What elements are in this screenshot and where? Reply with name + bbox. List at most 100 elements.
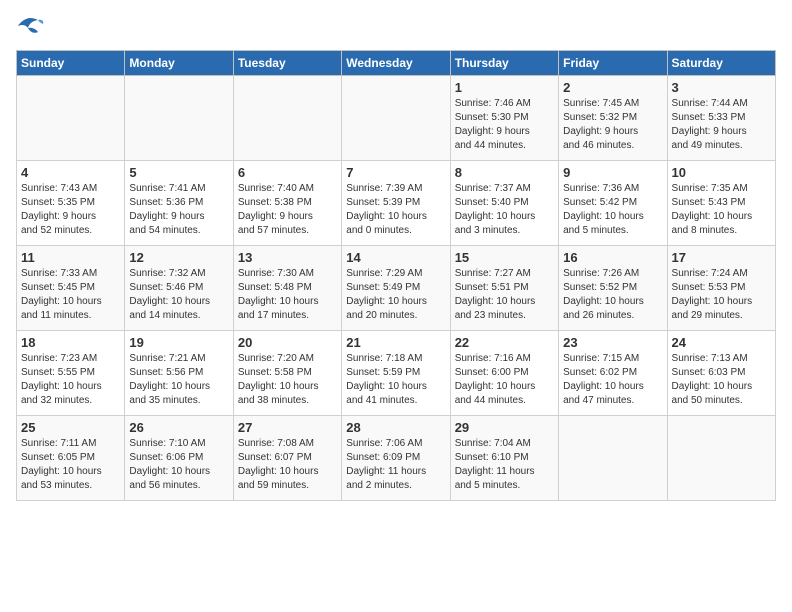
day-info: Sunrise: 7:26 AM Sunset: 5:52 PM Dayligh… bbox=[563, 267, 662, 323]
column-header-wednesday: Wednesday bbox=[342, 51, 450, 76]
day-number: 16 bbox=[563, 250, 662, 265]
week-row-1: 1 Sunrise: 7:46 AM Sunset: 5:30 PM Daylig… bbox=[17, 76, 776, 161]
calendar-cell: 24 Sunrise: 7:13 AM Sunset: 6:03 PM Dayli… bbox=[667, 331, 775, 416]
logo bbox=[16, 16, 48, 38]
day-info: Sunrise: 7:15 AM Sunset: 6:02 PM Dayligh… bbox=[563, 352, 662, 408]
calendar-cell: 7 Sunrise: 7:39 AM Sunset: 5:39 PM Daylig… bbox=[342, 161, 450, 246]
calendar-cell: 29Sunrise: 7:04 AM Sunset: 6:10 PM Dayli… bbox=[450, 416, 558, 501]
day-number: 15 bbox=[455, 250, 554, 265]
day-number: 6 bbox=[238, 165, 337, 180]
calendar-cell bbox=[125, 76, 233, 161]
day-number: 21 bbox=[346, 335, 445, 350]
day-number: 22 bbox=[455, 335, 554, 350]
calendar-cell: 21 Sunrise: 7:18 AM Sunset: 5:59 PM Dayli… bbox=[342, 331, 450, 416]
day-number: 27 bbox=[238, 420, 337, 435]
calendar-cell: 15 Sunrise: 7:27 AM Sunset: 5:51 PM Dayli… bbox=[450, 246, 558, 331]
day-number: 4 bbox=[21, 165, 120, 180]
calendar-cell: 9 Sunrise: 7:36 AM Sunset: 5:42 PM Daylig… bbox=[559, 161, 667, 246]
day-info: Sunrise: 7:18 AM Sunset: 5:59 PM Dayligh… bbox=[346, 352, 445, 408]
calendar-cell: 28 Sunrise: 7:06 AM Sunset: 6:09 PM Dayli… bbox=[342, 416, 450, 501]
day-info: Sunrise: 7:43 AM Sunset: 5:35 PM Dayligh… bbox=[21, 182, 120, 238]
calendar-cell: 19 Sunrise: 7:21 AM Sunset: 5:56 PM Dayli… bbox=[125, 331, 233, 416]
day-number: 20 bbox=[238, 335, 337, 350]
day-info: Sunrise: 7:44 AM Sunset: 5:33 PM Dayligh… bbox=[672, 97, 771, 153]
calendar-cell bbox=[17, 76, 125, 161]
calendar-cell: 27 Sunrise: 7:08 AM Sunset: 6:07 PM Dayli… bbox=[233, 416, 341, 501]
day-info: Sunrise: 7:06 AM Sunset: 6:09 PM Dayligh… bbox=[346, 437, 445, 493]
column-header-saturday: Saturday bbox=[667, 51, 775, 76]
day-number: 7 bbox=[346, 165, 445, 180]
day-info: Sunrise: 7:40 AM Sunset: 5:38 PM Dayligh… bbox=[238, 182, 337, 238]
calendar-cell bbox=[559, 416, 667, 501]
calendar-cell: 22Sunrise: 7:16 AM Sunset: 6:00 PM Dayli… bbox=[450, 331, 558, 416]
day-number: 28 bbox=[346, 420, 445, 435]
day-info: Sunrise: 7:33 AM Sunset: 5:45 PM Dayligh… bbox=[21, 267, 120, 323]
day-number: 5 bbox=[129, 165, 228, 180]
day-info: Sunrise: 7:37 AM Sunset: 5:40 PM Dayligh… bbox=[455, 182, 554, 238]
calendar-cell: 12Sunrise: 7:32 AM Sunset: 5:46 PM Dayli… bbox=[125, 246, 233, 331]
day-info: Sunrise: 7:21 AM Sunset: 5:56 PM Dayligh… bbox=[129, 352, 228, 408]
calendar-cell: 26 Sunrise: 7:10 AM Sunset: 6:06 PM Dayli… bbox=[125, 416, 233, 501]
day-number: 14 bbox=[346, 250, 445, 265]
day-number: 19 bbox=[129, 335, 228, 350]
day-number: 3 bbox=[672, 80, 771, 95]
day-info: Sunrise: 7:46 AM Sunset: 5:30 PM Dayligh… bbox=[455, 97, 554, 153]
calendar-cell: 16 Sunrise: 7:26 AM Sunset: 5:52 PM Dayli… bbox=[559, 246, 667, 331]
calendar-cell bbox=[233, 76, 341, 161]
day-number: 2 bbox=[563, 80, 662, 95]
day-info: Sunrise: 7:29 AM Sunset: 5:49 PM Dayligh… bbox=[346, 267, 445, 323]
day-info: Sunrise: 7:10 AM Sunset: 6:06 PM Dayligh… bbox=[129, 437, 228, 493]
day-number: 1 bbox=[455, 80, 554, 95]
day-info: Sunrise: 7:32 AM Sunset: 5:46 PM Dayligh… bbox=[129, 267, 228, 323]
day-number: 8 bbox=[455, 165, 554, 180]
calendar-cell: 3 Sunrise: 7:44 AM Sunset: 5:33 PM Daylig… bbox=[667, 76, 775, 161]
day-info: Sunrise: 7:45 AM Sunset: 5:32 PM Dayligh… bbox=[563, 97, 662, 153]
week-row-3: 11 Sunrise: 7:33 AM Sunset: 5:45 PM Dayli… bbox=[17, 246, 776, 331]
day-info: Sunrise: 7:36 AM Sunset: 5:42 PM Dayligh… bbox=[563, 182, 662, 238]
calendar-cell: 17 Sunrise: 7:24 AM Sunset: 5:53 PM Dayli… bbox=[667, 246, 775, 331]
column-header-sunday: Sunday bbox=[17, 51, 125, 76]
day-info: Sunrise: 7:39 AM Sunset: 5:39 PM Dayligh… bbox=[346, 182, 445, 238]
day-info: Sunrise: 7:20 AM Sunset: 5:58 PM Dayligh… bbox=[238, 352, 337, 408]
calendar-cell bbox=[342, 76, 450, 161]
calendar-cell: 20 Sunrise: 7:20 AM Sunset: 5:58 PM Dayli… bbox=[233, 331, 341, 416]
day-info: Sunrise: 7:13 AM Sunset: 6:03 PM Dayligh… bbox=[672, 352, 771, 408]
calendar-cell: 2 Sunrise: 7:45 AM Sunset: 5:32 PM Daylig… bbox=[559, 76, 667, 161]
calendar-cell: 6 Sunrise: 7:40 AM Sunset: 5:38 PM Daylig… bbox=[233, 161, 341, 246]
day-number: 17 bbox=[672, 250, 771, 265]
calendar-cell: 8 Sunrise: 7:37 AM Sunset: 5:40 PM Daylig… bbox=[450, 161, 558, 246]
page-header bbox=[16, 16, 776, 38]
calendar-table: SundayMondayTuesdayWednesdayThursdayFrid… bbox=[16, 50, 776, 501]
day-number: 18 bbox=[21, 335, 120, 350]
column-header-thursday: Thursday bbox=[450, 51, 558, 76]
day-number: 26 bbox=[129, 420, 228, 435]
day-info: Sunrise: 7:30 AM Sunset: 5:48 PM Dayligh… bbox=[238, 267, 337, 323]
calendar-cell: 1 Sunrise: 7:46 AM Sunset: 5:30 PM Daylig… bbox=[450, 76, 558, 161]
header-row: SundayMondayTuesdayWednesdayThursdayFrid… bbox=[17, 51, 776, 76]
day-info: Sunrise: 7:08 AM Sunset: 6:07 PM Dayligh… bbox=[238, 437, 337, 493]
day-info: Sunrise: 7:23 AM Sunset: 5:55 PM Dayligh… bbox=[21, 352, 120, 408]
calendar-cell: 11 Sunrise: 7:33 AM Sunset: 5:45 PM Dayli… bbox=[17, 246, 125, 331]
column-header-monday: Monday bbox=[125, 51, 233, 76]
calendar-cell: 23 Sunrise: 7:15 AM Sunset: 6:02 PM Dayli… bbox=[559, 331, 667, 416]
logo-icon bbox=[16, 16, 44, 38]
day-info: Sunrise: 7:27 AM Sunset: 5:51 PM Dayligh… bbox=[455, 267, 554, 323]
calendar-cell: 5Sunrise: 7:41 AM Sunset: 5:36 PM Daylig… bbox=[125, 161, 233, 246]
day-info: Sunrise: 7:24 AM Sunset: 5:53 PM Dayligh… bbox=[672, 267, 771, 323]
day-number: 24 bbox=[672, 335, 771, 350]
day-number: 9 bbox=[563, 165, 662, 180]
day-number: 23 bbox=[563, 335, 662, 350]
day-number: 11 bbox=[21, 250, 120, 265]
calendar-cell bbox=[667, 416, 775, 501]
day-info: Sunrise: 7:35 AM Sunset: 5:43 PM Dayligh… bbox=[672, 182, 771, 238]
column-header-tuesday: Tuesday bbox=[233, 51, 341, 76]
calendar-cell: 18 Sunrise: 7:23 AM Sunset: 5:55 PM Dayli… bbox=[17, 331, 125, 416]
week-row-4: 18 Sunrise: 7:23 AM Sunset: 5:55 PM Dayli… bbox=[17, 331, 776, 416]
day-number: 10 bbox=[672, 165, 771, 180]
day-number: 13 bbox=[238, 250, 337, 265]
calendar-cell: 10 Sunrise: 7:35 AM Sunset: 5:43 PM Dayli… bbox=[667, 161, 775, 246]
day-number: 25 bbox=[21, 420, 120, 435]
day-info: Sunrise: 7:11 AM Sunset: 6:05 PM Dayligh… bbox=[21, 437, 120, 493]
day-info: Sunrise: 7:04 AM Sunset: 6:10 PM Dayligh… bbox=[455, 437, 554, 493]
week-row-2: 4 Sunrise: 7:43 AM Sunset: 5:35 PM Daylig… bbox=[17, 161, 776, 246]
